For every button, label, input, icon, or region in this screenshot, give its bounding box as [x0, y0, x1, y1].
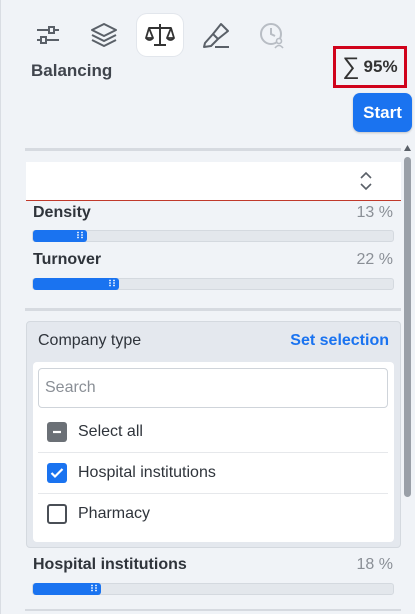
- toolbar: [25, 14, 295, 56]
- turnover-label: Turnover: [33, 251, 102, 268]
- total-sum-indicator: ∑ 95%: [333, 46, 407, 88]
- tool-layers[interactable]: [81, 14, 127, 56]
- density-slider[interactable]: [32, 230, 394, 242]
- density-value: 13 %: [356, 204, 393, 221]
- chevron-up-down-icon: [360, 171, 372, 191]
- search-input[interactable]: [38, 368, 388, 408]
- divider: [25, 609, 401, 611]
- slider-grip-icon[interactable]: [90, 584, 98, 592]
- tool-balancing[interactable]: [137, 14, 183, 56]
- clock-user-icon: [260, 23, 284, 49]
- turnover-slider[interactable]: [32, 278, 394, 290]
- hospital-institutions-label: Hospital institutions: [33, 556, 187, 573]
- slider-grip-icon[interactable]: [76, 231, 84, 239]
- checkbox-partial-icon[interactable]: [47, 422, 67, 442]
- checkbox-checked-icon[interactable]: [47, 463, 67, 483]
- checkbox-empty-icon[interactable]: [47, 504, 67, 524]
- company-type-filter: Company type Set selection Select all Ho…: [26, 321, 401, 548]
- page-title: Balancing: [31, 61, 113, 80]
- option-pharmacy[interactable]: Pharmacy: [38, 494, 388, 534]
- sum-value: 95%: [363, 57, 398, 76]
- density-label: Density: [33, 204, 91, 221]
- tool-brush[interactable]: [193, 14, 239, 56]
- balance-scale-icon: [145, 24, 175, 46]
- balancing-panel: Balancing ∑ 95% Start Density 13 % Turno…: [0, 0, 415, 614]
- filter-title: Company type: [38, 332, 142, 349]
- sort-selector[interactable]: [26, 162, 401, 201]
- option-hospital-institutions[interactable]: Hospital institutions: [38, 453, 388, 494]
- hospital-institutions-slider[interactable]: [32, 583, 394, 595]
- option-select-all[interactable]: Select all: [38, 412, 388, 453]
- option-list: Select all Hospital institutions Pharmac…: [33, 362, 394, 542]
- option-label: Hospital institutions: [78, 464, 216, 481]
- layers-icon: [91, 23, 117, 47]
- sigma-icon: ∑: [342, 53, 360, 80]
- hospital-institutions-value: 18 %: [356, 556, 393, 573]
- turnover-slider-fill: [33, 278, 120, 290]
- turnover-value: 22 %: [356, 251, 393, 268]
- density-slider-fill: [33, 230, 87, 242]
- set-selection-link[interactable]: Set selection: [290, 332, 389, 350]
- start-button[interactable]: Start: [353, 93, 412, 132]
- scrollbar-thumb[interactable]: [404, 157, 411, 497]
- option-label: Pharmacy: [78, 505, 151, 522]
- brush-icon: [203, 23, 229, 48]
- sliders-icon: [37, 26, 59, 44]
- divider: [25, 148, 401, 151]
- tool-history[interactable]: [249, 14, 295, 56]
- option-label: Select all: [78, 423, 143, 440]
- scroll-up-icon[interactable]: [403, 143, 412, 153]
- divider: [25, 308, 401, 311]
- tool-filters[interactable]: [25, 14, 71, 56]
- hospital-institutions-slider-fill: [33, 583, 102, 595]
- slider-grip-icon[interactable]: [108, 279, 116, 287]
